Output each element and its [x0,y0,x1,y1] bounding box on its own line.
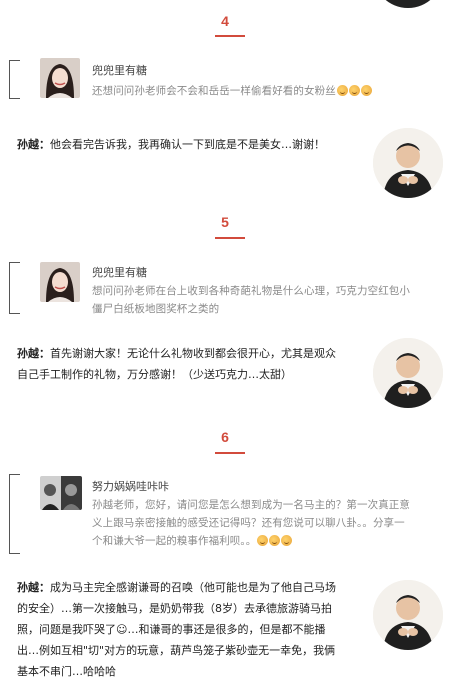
question-bracket [9,60,20,99]
question-username: 兜兜里有糖 [92,266,147,279]
avatar [40,476,82,510]
question-username: 兜兜里有糖 [92,64,147,77]
answer-text: 孙越：成为马主完全感谢谦哥的召唤（他可能也是为了他自己马场 的安全）…第一次接触… [17,581,336,678]
question-text: 还想问问孙老师会不会和岳岳一样偷看好看的女粉丝 [92,82,432,100]
answer-name: 孙越： [17,347,50,360]
answer-text: 孙越：他会看完告诉我，我再确认一下到底是不是美女…谢谢！ [17,138,325,151]
avatar [40,58,80,98]
question-text: 孙越老师，您好，请问您是怎么想到成为一名马主的？第一次真正意 义上跟马亲密接触的… [92,499,410,547]
answerer-photo [373,580,443,650]
section-number: 5 [221,214,229,230]
grin-emoji-icon [269,535,281,546]
answer-name: 孙越： [17,581,50,594]
answer-text: 孙越：首先谢谢大家！无论什么礼物收到都会很开心，尤其是观众 自己手工制作的礼物，… [17,347,336,381]
section-number: 6 [221,429,229,445]
answerer-photo [373,338,443,408]
previous-answer-photo [373,0,443,8]
section-number: 4 [221,13,229,29]
grin-emoji-icon [336,85,348,96]
answerer-photo [373,128,443,198]
grin-emoji-icon [281,535,293,546]
grin-emoji-icon [348,85,360,96]
section-divider [215,237,245,239]
section-divider [215,452,245,454]
section-divider [215,35,245,37]
question-username: 努力娲娲哇咔咔 [92,480,169,493]
question-bracket [9,262,20,314]
question-text: 想问问孙老师在台上收到各种奇葩礼物是什么心理，巧克力空红包小 僵尸白纸板地图奖杯… [92,285,410,315]
answer-name: 孙越： [17,138,50,151]
grin-emoji-icon [257,535,269,546]
avatar [40,262,80,302]
question-bracket [9,474,20,554]
grin-emoji-icon [360,85,372,96]
